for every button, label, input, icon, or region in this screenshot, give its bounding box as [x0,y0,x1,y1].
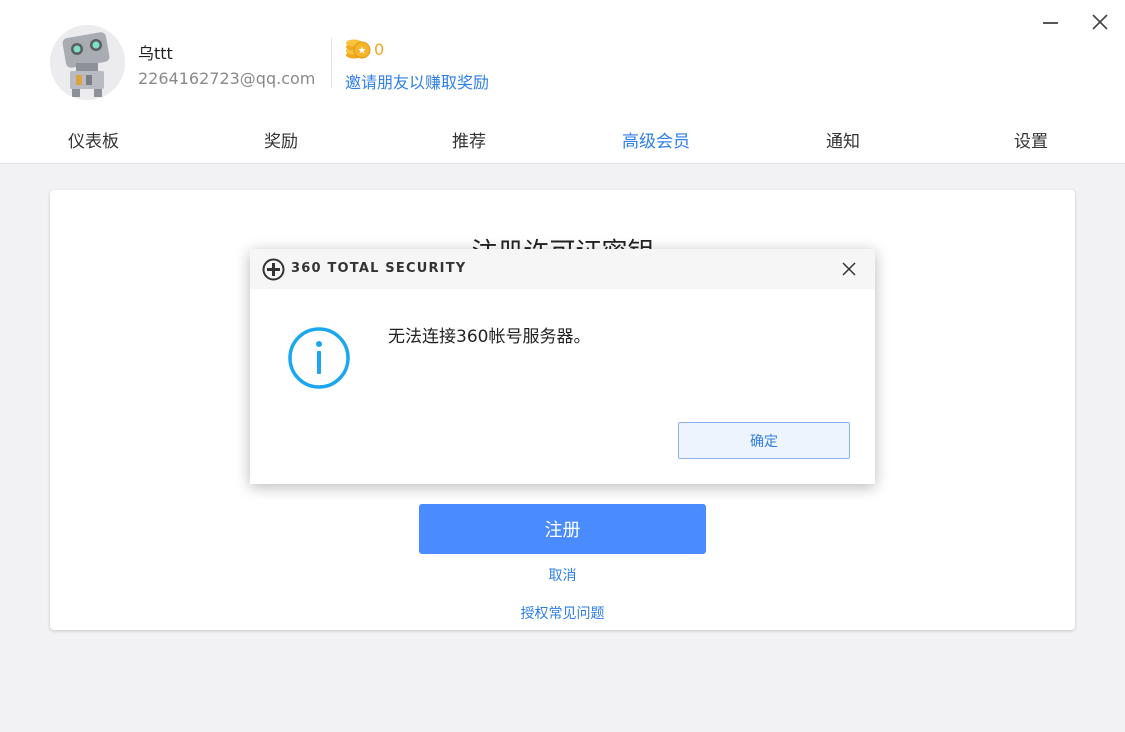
dialog-brand: 360 TOTAL SECURITY [291,261,467,276]
dialog-close-icon[interactable] [840,260,858,278]
register-button[interactable]: 注册 [419,504,706,554]
dialog-message: 无法连接360帐号服务器。 [388,327,591,347]
coins-icon: ★ [345,38,371,60]
tab-notifications[interactable]: 通知 [826,127,860,152]
main-nav: 仪表板 奖励 推荐 高级会员 通知 设置 [0,127,1125,155]
cancel-link[interactable]: 取消 [50,565,1075,585]
360-logo-icon [262,258,285,281]
tab-premium[interactable]: 高级会员 [622,127,690,152]
tab-rewards[interactable]: 奖励 [264,127,298,152]
coin-count: 0 [374,40,385,59]
robot-avatar[interactable] [50,25,125,100]
dialog-titlebar: 360 TOTAL SECURITY [250,249,875,289]
ok-button[interactable]: 确定 [678,422,850,459]
error-dialog: 360 TOTAL SECURITY 无法连接360帐号服务器。 确定 [250,249,875,484]
invite-friends-link[interactable]: 邀请朋友以赚取奖励 [345,69,489,93]
account-email: 2264162723@qq.com [138,69,316,88]
info-icon [287,326,351,390]
tab-referral[interactable]: 推荐 [452,127,486,152]
minimize-icon[interactable] [1040,10,1062,34]
svg-text:★: ★ [358,46,367,57]
tab-settings[interactable]: 设置 [1014,127,1048,152]
username: 乌ttt [138,44,173,63]
tab-dashboard[interactable]: 仪表板 [68,127,119,152]
account-header: 乌ttt 2264162723@qq.com ★ 0 邀请朋友以赚取奖励 仪表板… [0,0,1125,164]
header-divider [331,38,332,88]
license-faq-link[interactable]: 授权常见问题 [50,603,1075,623]
close-icon[interactable] [1090,12,1110,32]
robot-avatar-icon [50,25,125,100]
